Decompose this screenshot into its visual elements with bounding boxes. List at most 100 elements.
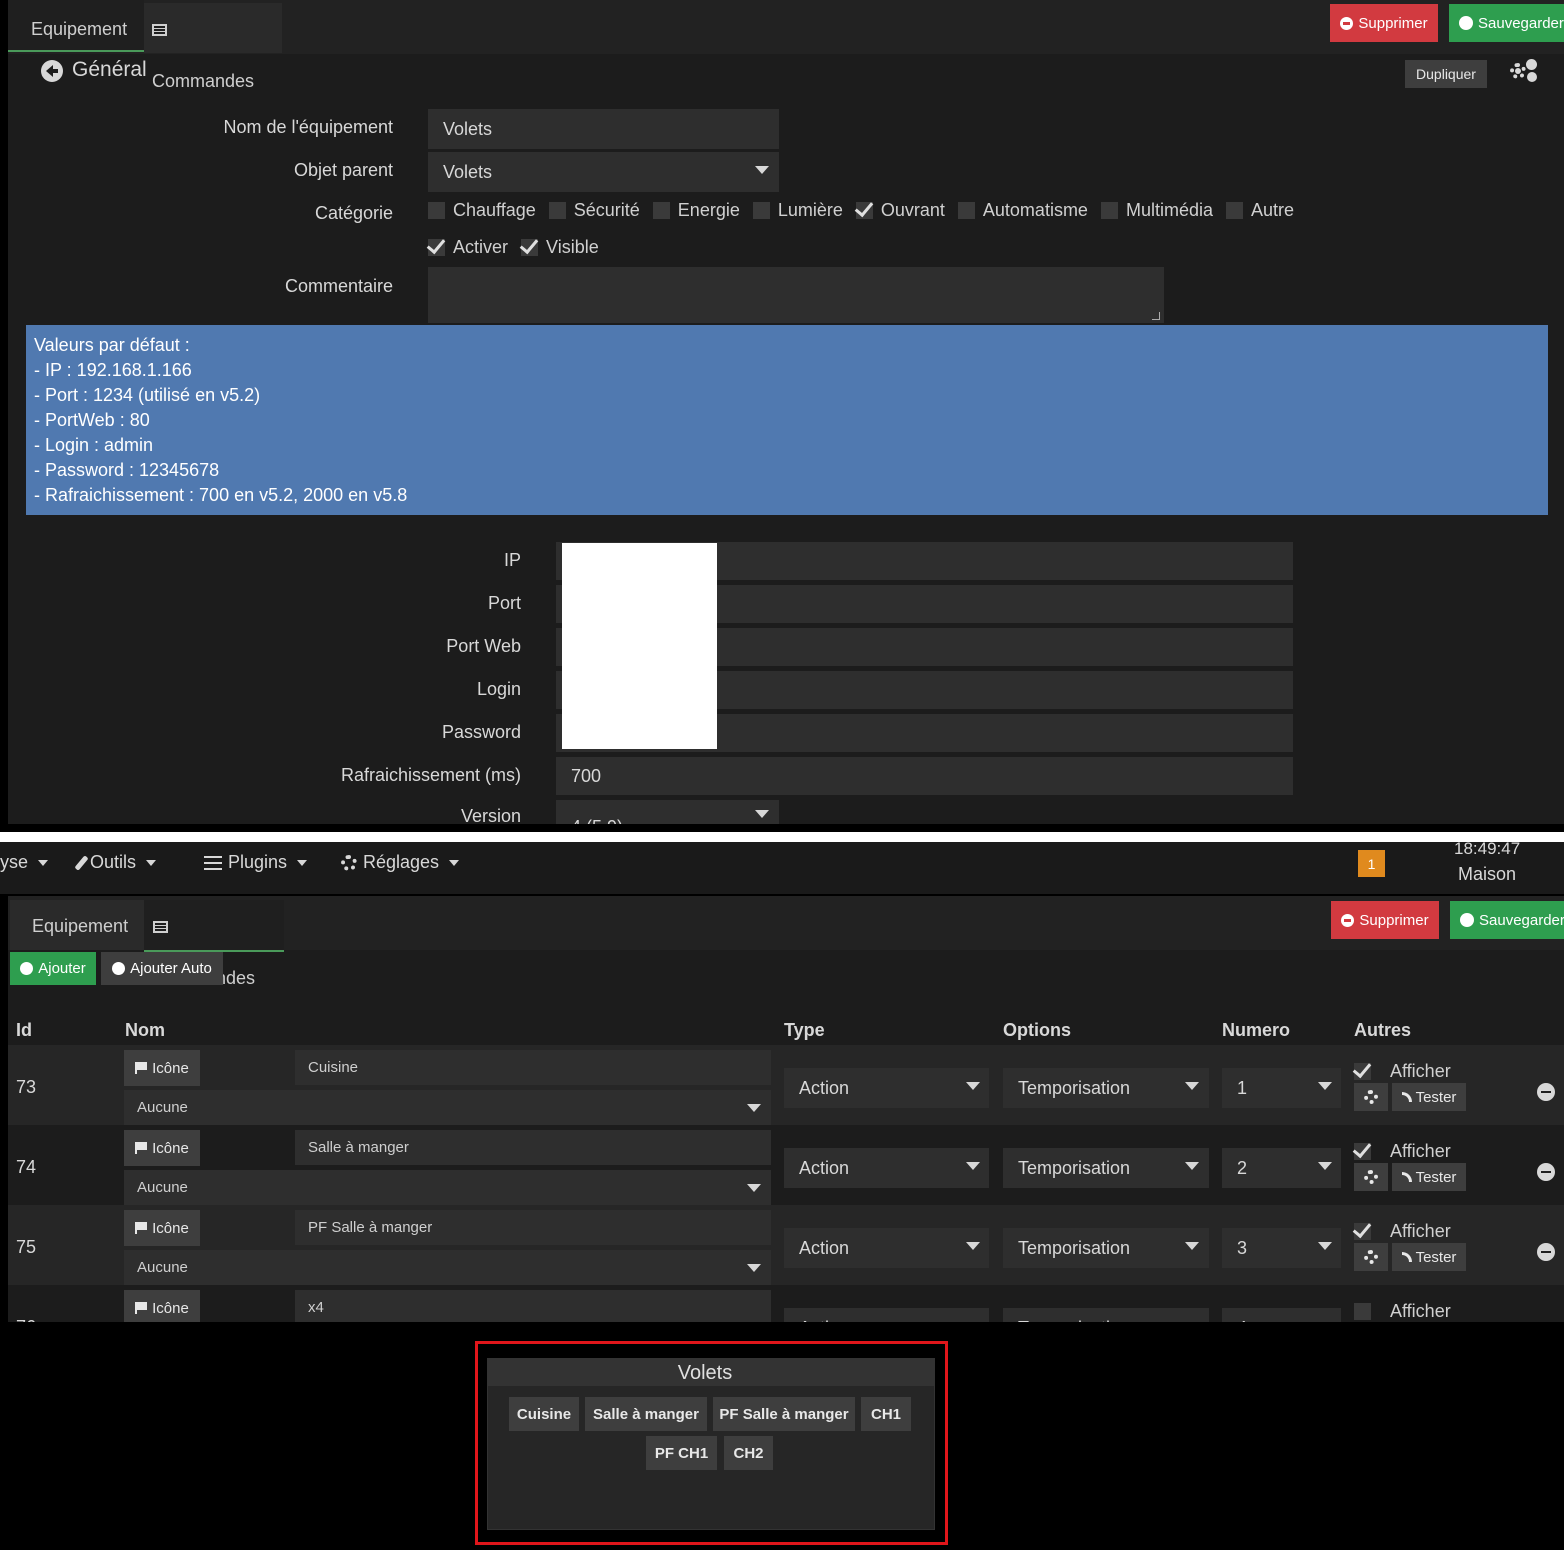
category-checkbox[interactable]: Autre — [1225, 200, 1294, 221]
info-line: - PortWeb : 80 — [34, 410, 150, 430]
category-checkbox[interactable]: Sécurité — [548, 200, 640, 221]
numero-select[interactable]: 4 — [1222, 1308, 1341, 1322]
add-command-button[interactable]: Ajouter — [10, 952, 96, 985]
version-select[interactable]: 4 (5.9) — [556, 800, 779, 824]
refresh-label: Rafraichissement (ms) — [340, 765, 521, 785]
chevron-down-icon — [747, 1264, 761, 1272]
test-command-button[interactable]: Tester — [1392, 1163, 1466, 1191]
nav-outils[interactable]: Outils — [74, 852, 157, 873]
test-command-button[interactable]: Tester — [1392, 1083, 1466, 1111]
widget-button-pf-ch1[interactable]: PF CH1 — [646, 1436, 717, 1470]
chevron-down-icon — [449, 859, 460, 866]
save-button[interactable]: Sauvegarder — [1450, 901, 1564, 939]
display-checkbox[interactable]: Afficher — [1354, 1221, 1451, 1242]
add-auto-button[interactable]: Ajouter Auto — [101, 952, 223, 985]
display-checkbox[interactable]: Afficher — [1354, 1301, 1451, 1322]
type-select[interactable]: Action — [784, 1228, 989, 1268]
column-header-nom: Nom — [125, 1020, 165, 1040]
delete-button[interactable]: Supprimer — [1330, 4, 1438, 42]
back-arrow-icon[interactable] — [41, 60, 63, 82]
nav-reglages-label: Réglages — [363, 852, 440, 872]
options-select[interactable]: Temporisation — [1003, 1068, 1209, 1108]
tab-equipement[interactable]: Equipement — [10, 900, 144, 950]
tab-commandes[interactable]: Commandes — [144, 3, 282, 91]
icon-picker-label: Icône — [152, 1139, 189, 1157]
widget-button-salle-a-manger[interactable]: Salle à manger — [585, 1397, 707, 1431]
tab-equipement[interactable]: Equipement — [8, 0, 144, 52]
nav-plugins[interactable]: Plugins — [204, 852, 308, 873]
display-checkbox[interactable]: Afficher — [1354, 1141, 1451, 1162]
options-select[interactable]: Temporisation — [1003, 1228, 1209, 1268]
type-select[interactable]: Action — [784, 1308, 989, 1322]
checkbox-box — [1100, 202, 1118, 219]
command-id: 73 — [16, 1077, 37, 1097]
command-config-button[interactable] — [1354, 1163, 1388, 1191]
command-name-field[interactable]: Salle à manger — [295, 1130, 771, 1165]
refresh-field[interactable]: 700 — [556, 757, 1293, 795]
command-value-select[interactable]: Aucune — [124, 1090, 771, 1125]
command-name-field[interactable]: x4 — [295, 1290, 771, 1322]
icon-picker-button[interactable]: Icône — [124, 1050, 200, 1086]
nav-reglages[interactable]: Réglages — [341, 852, 460, 873]
options-select[interactable]: Temporisation — [1003, 1148, 1209, 1188]
icon-picker-button[interactable]: Icône — [124, 1130, 200, 1166]
gears-icon[interactable] — [1510, 59, 1538, 83]
icon-picker-button[interactable]: Icône — [124, 1210, 200, 1246]
enable-checkbox[interactable]: Activer — [428, 237, 508, 258]
comment-textarea[interactable] — [428, 267, 1164, 323]
checkmark-icon — [521, 239, 539, 256]
tab-commandes[interactable]: Commandes — [144, 900, 284, 988]
command-name-field[interactable]: PF Salle à manger — [295, 1210, 771, 1245]
category-checkbox[interactable]: Ouvrant — [855, 200, 945, 221]
icon-picker-button[interactable]: Icône — [124, 1290, 200, 1322]
port-web-label: Port Web — [446, 636, 521, 656]
remove-command-icon[interactable] — [1537, 1083, 1555, 1101]
chevron-down-icon — [755, 166, 769, 174]
widget-button-pf-salle-a-manger[interactable]: PF Salle à manger — [713, 1397, 855, 1431]
test-command-button[interactable]: Tester — [1392, 1243, 1466, 1271]
checkmark-icon — [1354, 1143, 1371, 1160]
command-id: 74 — [16, 1157, 37, 1177]
command-value-select[interactable]: Aucune — [124, 1250, 771, 1285]
visible-checkbox[interactable]: Visible — [521, 237, 599, 258]
widget-button-cuisine[interactable]: Cuisine — [509, 1397, 579, 1431]
remove-command-icon[interactable] — [1537, 1163, 1555, 1181]
category-label: Multimédia — [1125, 200, 1213, 220]
command-config-button[interactable] — [1354, 1083, 1388, 1111]
category-checkbox[interactable]: Multimédia — [1100, 200, 1213, 221]
remove-command-icon[interactable] — [1537, 1243, 1555, 1261]
category-checkbox[interactable]: Lumière — [752, 200, 843, 221]
command-name-field[interactable]: Cuisine — [295, 1050, 771, 1085]
widget-button-ch2[interactable]: CH2 — [724, 1436, 773, 1470]
equipment-name-field[interactable]: Volets — [428, 109, 779, 149]
category-label: Lumière — [777, 200, 843, 220]
nav-analyse[interactable]: yse — [0, 852, 49, 873]
minus-circle-icon — [1341, 913, 1355, 927]
table-row: 73 Icône Cuisine Aucune Action Temporisation 1… — [8, 1045, 1564, 1125]
type-select[interactable]: Action — [784, 1148, 989, 1188]
type-select[interactable]: Action — [784, 1068, 989, 1108]
resize-handle-icon[interactable] — [1152, 312, 1160, 320]
category-checkbox[interactable]: Energie — [652, 200, 740, 221]
nav-plugins-label: Plugins — [228, 852, 288, 872]
category-label: Catégorie — [314, 203, 393, 223]
display-label: Afficher — [1390, 1221, 1451, 1241]
checkbox-box — [957, 202, 975, 219]
parent-object-select[interactable]: Volets — [428, 152, 779, 192]
category-checkbox[interactable]: Automatisme — [957, 200, 1088, 221]
widget-button-ch1[interactable]: CH1 — [861, 1397, 911, 1431]
command-config-button[interactable] — [1354, 1243, 1388, 1271]
chevron-down-icon — [38, 859, 49, 866]
duplicate-button[interactable]: Dupliquer — [1405, 60, 1487, 88]
chevron-down-icon — [1318, 1242, 1332, 1250]
notification-badge[interactable]: 1 — [1358, 850, 1385, 877]
comment-label: Commentaire — [284, 276, 393, 296]
options-select[interactable]: Temporisation — [1003, 1308, 1209, 1322]
category-checkbox[interactable]: Chauffage — [428, 200, 536, 221]
delete-button-label: Supprimer — [1358, 14, 1428, 32]
command-value-select[interactable]: Aucune — [124, 1170, 771, 1205]
delete-button[interactable]: Supprimer — [1331, 901, 1439, 939]
display-checkbox[interactable]: Afficher — [1354, 1061, 1451, 1082]
category-label: Automatisme — [982, 200, 1088, 220]
save-button[interactable]: Sauvegarder — [1449, 4, 1564, 42]
